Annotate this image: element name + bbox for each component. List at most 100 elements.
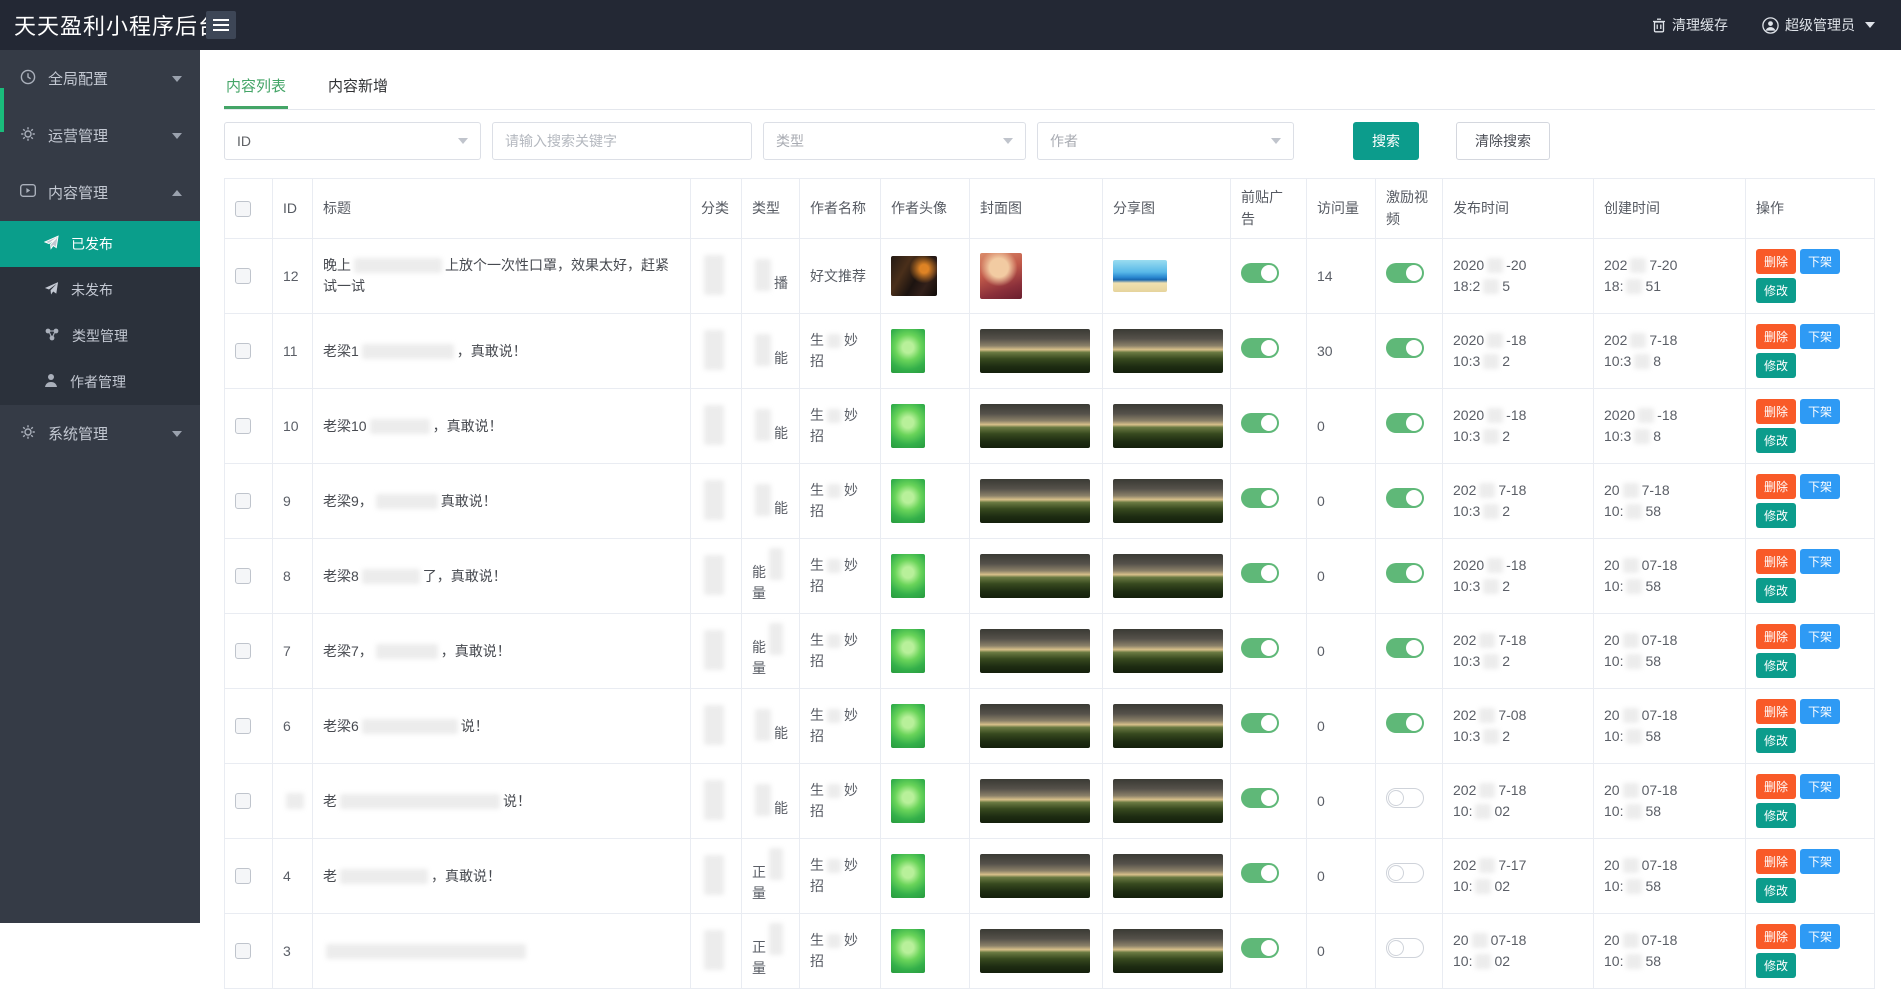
delete-button[interactable]: 删除 (1756, 774, 1796, 799)
author-filter-select[interactable]: 作者 (1037, 122, 1294, 160)
row-category (691, 464, 742, 539)
column-header: 作者名称 (800, 179, 881, 239)
take-down-button[interactable]: 下架 (1800, 699, 1840, 724)
sidebar-item-作者管理[interactable]: 作者管理 (0, 359, 200, 405)
row-checkbox[interactable] (235, 268, 251, 284)
edit-button[interactable]: 修改 (1756, 803, 1796, 828)
tab-content-add[interactable]: 内容新增 (326, 64, 390, 109)
delete-button[interactable]: 删除 (1756, 324, 1796, 349)
keyword-search-input[interactable] (492, 122, 752, 160)
row-checkbox[interactable] (235, 793, 251, 809)
incentive-video-toggle[interactable] (1386, 263, 1424, 283)
clear-search-button[interactable]: 清除搜索 (1456, 122, 1550, 160)
edit-button[interactable]: 修改 (1756, 278, 1796, 303)
incentive-video-toggle[interactable] (1386, 413, 1424, 433)
incentive-video-toggle[interactable] (1386, 338, 1424, 358)
incentive-video-toggle[interactable] (1386, 863, 1424, 883)
censor-blur (370, 419, 430, 434)
pre-ad-toggle[interactable] (1241, 863, 1279, 883)
sidebar-item-已发布[interactable]: 已发布 (0, 221, 200, 267)
row-actions: 删除下架修改 (1746, 314, 1875, 389)
delete-button[interactable]: 删除 (1756, 849, 1796, 874)
edit-button[interactable]: 修改 (1756, 353, 1796, 378)
incentive-video-toggle[interactable] (1386, 563, 1424, 583)
paper-plane-icon (44, 235, 59, 253)
row-checkbox[interactable] (235, 868, 251, 884)
delete-button[interactable]: 删除 (1756, 249, 1796, 274)
take-down-button[interactable]: 下架 (1800, 249, 1840, 274)
date-line: 10:32 (1453, 351, 1583, 373)
censor-blur (704, 705, 724, 745)
sidebar-item-3[interactable]: 内容管理 (0, 164, 200, 221)
delete-button[interactable]: 删除 (1756, 474, 1796, 499)
incentive-video-toggle[interactable] (1386, 488, 1424, 508)
take-down-button[interactable]: 下架 (1800, 474, 1840, 499)
pre-ad-toggle[interactable] (1241, 638, 1279, 658)
edit-button[interactable]: 修改 (1756, 578, 1796, 603)
cover-image (980, 404, 1090, 448)
edit-button[interactable]: 修改 (1756, 428, 1796, 453)
sidebar-item-未发布[interactable]: 未发布 (0, 267, 200, 313)
pre-ad-toggle[interactable] (1241, 563, 1279, 583)
delete-button[interactable]: 删除 (1756, 549, 1796, 574)
row-checkbox[interactable] (235, 643, 251, 659)
censor-blur (827, 559, 841, 573)
pre-ad-toggle[interactable] (1241, 338, 1279, 358)
row-checkbox[interactable] (235, 718, 251, 734)
delete-button[interactable]: 删除 (1756, 624, 1796, 649)
incentive-video-toggle[interactable] (1386, 788, 1424, 808)
incentive-video-toggle[interactable] (1386, 638, 1424, 658)
row-checkbox[interactable] (235, 418, 251, 434)
pre-ad-toggle[interactable] (1241, 263, 1279, 283)
take-down-button[interactable]: 下架 (1800, 774, 1840, 799)
delete-button[interactable]: 删除 (1756, 924, 1796, 949)
edit-button[interactable]: 修改 (1756, 503, 1796, 528)
edit-button[interactable]: 修改 (1756, 878, 1796, 903)
take-down-button[interactable]: 下架 (1800, 849, 1840, 874)
table-row: 8老梁8了，真敢说！能量生妙招02020-1810:322007-1810:58… (225, 539, 1875, 614)
take-down-button[interactable]: 下架 (1800, 924, 1840, 949)
delete-button[interactable]: 删除 (1756, 399, 1796, 424)
take-down-button[interactable]: 下架 (1800, 624, 1840, 649)
sidebar-item-1[interactable]: 全局配置 (0, 50, 200, 107)
edit-button[interactable]: 修改 (1756, 953, 1796, 978)
take-down-button[interactable]: 下架 (1800, 324, 1840, 349)
row-checkbox[interactable] (235, 493, 251, 509)
edit-button[interactable]: 修改 (1756, 653, 1796, 678)
clear-cache-button[interactable]: 清理缓存 (1652, 15, 1728, 35)
type-filter-select[interactable]: 类型 (763, 122, 1026, 160)
censor-blur (769, 623, 783, 655)
search-button[interactable]: 搜索 (1353, 122, 1419, 160)
pre-ad-toggle[interactable] (1241, 788, 1279, 808)
admin-menu[interactable]: 超级管理员 (1762, 15, 1875, 35)
id-filter-select[interactable]: ID (224, 122, 481, 160)
tab-content-list[interactable]: 内容列表 (224, 64, 288, 109)
row-checkbox[interactable] (235, 568, 251, 584)
incentive-video-toggle[interactable] (1386, 713, 1424, 733)
row-category (691, 539, 742, 614)
edit-button[interactable]: 修改 (1756, 728, 1796, 753)
row-checkbox[interactable] (235, 943, 251, 959)
delete-button[interactable]: 删除 (1756, 699, 1796, 724)
sidebar: 全局配置运营管理内容管理已发布未发布类型管理作者管理系统管理 (0, 50, 200, 923)
sidebar-item-4[interactable]: 系统管理 (0, 405, 200, 462)
row-category (691, 389, 742, 464)
sidebar-item-2[interactable]: 运营管理 (0, 107, 200, 164)
censor-blur (704, 480, 724, 520)
take-down-button[interactable]: 下架 (1800, 399, 1840, 424)
pre-ad-toggle[interactable] (1241, 713, 1279, 733)
sidebar-item-类型管理[interactable]: 类型管理 (0, 313, 200, 359)
pre-ad-toggle[interactable] (1241, 938, 1279, 958)
take-down-button[interactable]: 下架 (1800, 549, 1840, 574)
incentive-video-toggle[interactable] (1386, 938, 1424, 958)
sidebar-subitem-label: 作者管理 (70, 372, 126, 392)
row-checkbox[interactable] (235, 343, 251, 359)
menu-toggle-button[interactable] (206, 11, 236, 39)
user-icon (44, 373, 58, 391)
cover-image (980, 929, 1090, 973)
pre-ad-toggle[interactable] (1241, 413, 1279, 433)
pre-ad-toggle[interactable] (1241, 488, 1279, 508)
row-type: 能 (742, 314, 800, 389)
table-row: 4老，真敢说！正量生妙招02027-1710:022007-1810:58删除下… (225, 839, 1875, 914)
select-all-checkbox[interactable] (235, 201, 251, 217)
